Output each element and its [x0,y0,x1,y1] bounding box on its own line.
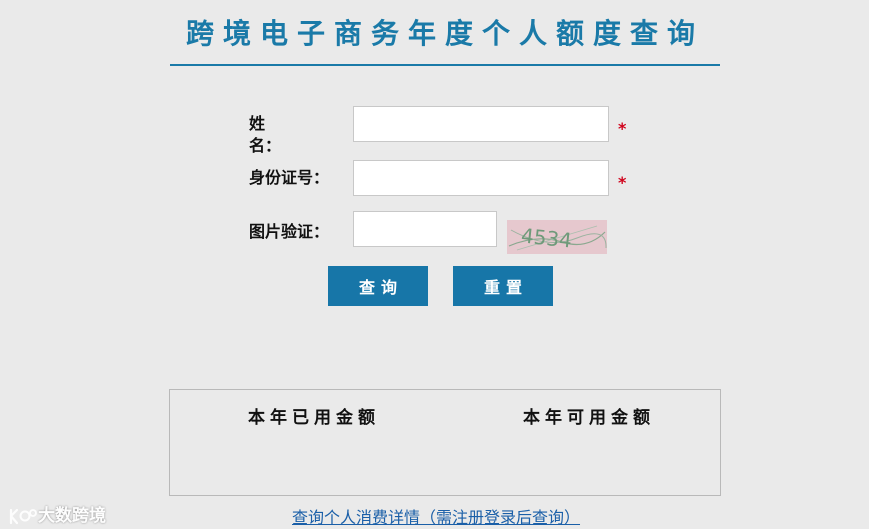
used-amount-heading: 本年已用金额 [248,408,380,428]
captcha-graphic: 4534 [507,220,607,254]
captcha-image[interactable]: 4534 [507,220,607,254]
name-label-second-char: 名： [249,136,282,155]
watermark: 大数跨境 [8,501,106,527]
name-label-first-char: 姓 [249,114,266,133]
id-number-label: 身份证号： [249,168,330,187]
consumption-detail-link[interactable]: 查询个人消费详情（需注册登录后查询） [292,504,580,528]
captcha-label: 图片验证： [249,222,330,241]
name-input[interactable] [353,106,609,142]
query-button[interactable]: 查询 [328,266,428,306]
watermark-text: 大数跨境 [38,506,106,526]
captcha-input[interactable] [353,211,497,247]
watermark-logo-icon [9,508,37,525]
title-divider [170,64,720,66]
reset-button[interactable]: 重置 [453,266,553,306]
result-panel: 本年已用金额 本年可用金额 [169,389,721,496]
page-title: 跨境电子商务年度个人额度查询 [185,17,704,50]
available-amount-heading: 本年可用金额 [523,408,655,428]
query-page: 跨境电子商务年度个人额度查询 姓名： * 身份证号： * 图片验证： 4534 … [0,0,869,529]
id-number-required-mark: * [618,173,627,192]
id-number-input[interactable] [353,160,609,196]
name-label: 姓名： [249,113,333,157]
name-required-mark: * [618,119,627,138]
